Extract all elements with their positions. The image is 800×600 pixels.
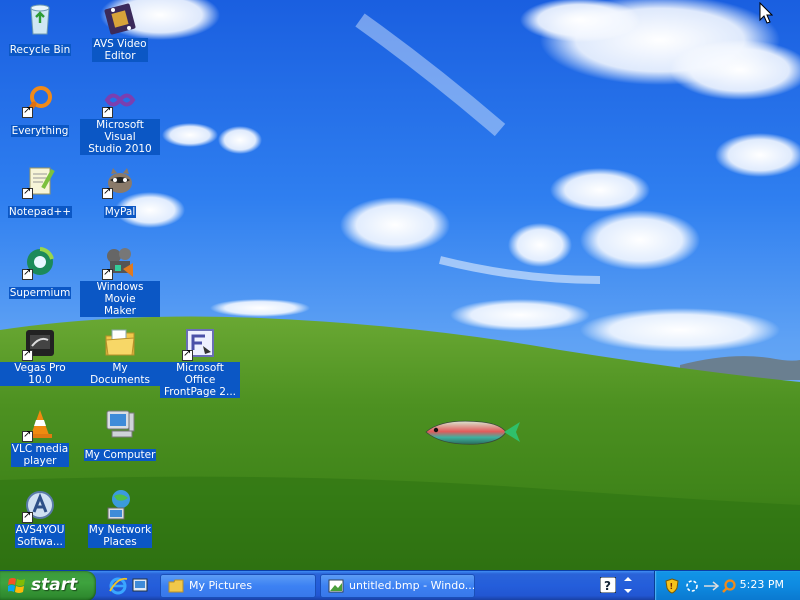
- taskbar-button-untitled-bmp[interactable]: untitled.bmp - Windo...: [320, 574, 475, 598]
- desktop-icon-label: Microsoft Visual Studio 2010: [80, 119, 160, 155]
- windows-logo-icon: [8, 578, 25, 593]
- desktop-icon-label: AVS4YOU Softwa...: [14, 524, 66, 548]
- network-tray-icon[interactable]: [703, 578, 719, 594]
- desktop-icon-label: My Documents: [80, 362, 160, 386]
- folder-icon: [168, 579, 184, 593]
- desktop-icon-everything[interactable]: Everything: [0, 83, 80, 138]
- language-bar-arrows-icon[interactable]: [622, 575, 634, 595]
- system-tray: ! 5:23 PM: [654, 571, 800, 600]
- desktop-icon-label: Notepad++: [7, 206, 73, 218]
- notepad-icon: [22, 164, 57, 199]
- desktop[interactable]: Recycle Bin AVS Video Editor Everything …: [0, 0, 800, 570]
- language-bar[interactable]: ?: [600, 575, 644, 597]
- svg-text:!: !: [670, 582, 674, 591]
- desktop-icon-label: Windows Movie Maker: [80, 281, 160, 317]
- traffic-cone-icon: [22, 407, 57, 442]
- desktop-icon-label: AVS Video Editor: [92, 38, 148, 62]
- desktop-icon-windows-movie-maker[interactable]: Windows Movie Maker: [80, 245, 160, 318]
- quick-launch: [104, 575, 154, 597]
- vegas-icon: [22, 326, 57, 361]
- desktop-icon-my-computer[interactable]: My Computer: [80, 407, 160, 462]
- internet-explorer-icon[interactable]: [108, 575, 128, 595]
- task-label: untitled.bmp - Windo...: [349, 579, 475, 592]
- avs-icon: [22, 488, 57, 523]
- raccoon-icon: [102, 164, 137, 199]
- desktop-icon-label: VLC media player: [10, 443, 70, 467]
- computer-icon: [103, 407, 137, 441]
- desktop-icon-label: My Network Places: [87, 524, 153, 548]
- search-tray-icon[interactable]: [721, 578, 737, 594]
- desktop-icon-avs4you[interactable]: AVS4YOU Softwa...: [0, 488, 80, 549]
- desktop-icon-my-documents[interactable]: My Documents: [80, 326, 160, 387]
- desktop-icon-label: MyPal: [103, 206, 137, 218]
- desktop-icon-supermium[interactable]: Supermium: [0, 245, 80, 300]
- recycle-bin-icon: [23, 2, 57, 36]
- help-icon[interactable]: ?: [600, 577, 616, 593]
- magnifier-icon: [22, 83, 57, 118]
- desktop-icon-mypal[interactable]: MyPal: [80, 164, 160, 219]
- security-shield-icon[interactable]: !: [665, 578, 679, 594]
- desktop-icon-label: My Computer: [83, 449, 157, 461]
- paint-icon: [328, 579, 344, 593]
- desktop-icon-label: Everything: [10, 125, 70, 137]
- desktop-icon-avs-video-editor[interactable]: AVS Video Editor: [80, 2, 160, 63]
- desktop-icon-vegas-pro[interactable]: Vegas Pro 10.0: [0, 326, 80, 387]
- desktop-icon-label: Recycle Bin: [8, 44, 72, 56]
- desktop-icon-visual-studio[interactable]: Microsoft Visual Studio 2010: [80, 83, 160, 156]
- desktop-icon-frontpage[interactable]: Microsoft Office FrontPage 2...: [160, 326, 240, 399]
- desktop-icon-notepad-plus[interactable]: Notepad++: [0, 164, 80, 219]
- film-icon: [103, 2, 137, 36]
- task-label: My Pictures: [189, 579, 253, 592]
- visual-studio-icon: [102, 83, 137, 118]
- globe-icon: [22, 245, 57, 280]
- movie-maker-icon: [102, 245, 137, 280]
- desktop-icon-vlc[interactable]: VLC media player: [0, 407, 80, 468]
- desktop-icon-recycle-bin[interactable]: Recycle Bin: [0, 2, 80, 57]
- desktop-icon-label: Microsoft Office FrontPage 2...: [160, 362, 240, 398]
- start-button[interactable]: start: [0, 571, 96, 600]
- frontpage-icon: [182, 326, 217, 361]
- desktop-icon-my-network-places[interactable]: My Network Places: [80, 488, 160, 549]
- taskbar: start My Pictures untitled.bmp - Windo..…: [0, 570, 800, 600]
- desktop-icon-label: Vegas Pro 10.0: [0, 362, 80, 386]
- start-label: start: [31, 575, 78, 595]
- sync-icon[interactable]: [685, 578, 699, 594]
- folder-icon: [103, 326, 137, 360]
- svg-text:?: ?: [604, 579, 611, 593]
- network-icon: [103, 488, 137, 522]
- desktop-icon-label: Supermium: [8, 287, 72, 299]
- mouse-cursor-icon: [759, 2, 773, 24]
- fish-sprite: [425, 420, 520, 445]
- taskbar-button-my-pictures[interactable]: My Pictures: [160, 574, 316, 598]
- clock[interactable]: 5:23 PM: [740, 578, 784, 591]
- show-desktop-icon[interactable]: [130, 575, 150, 595]
